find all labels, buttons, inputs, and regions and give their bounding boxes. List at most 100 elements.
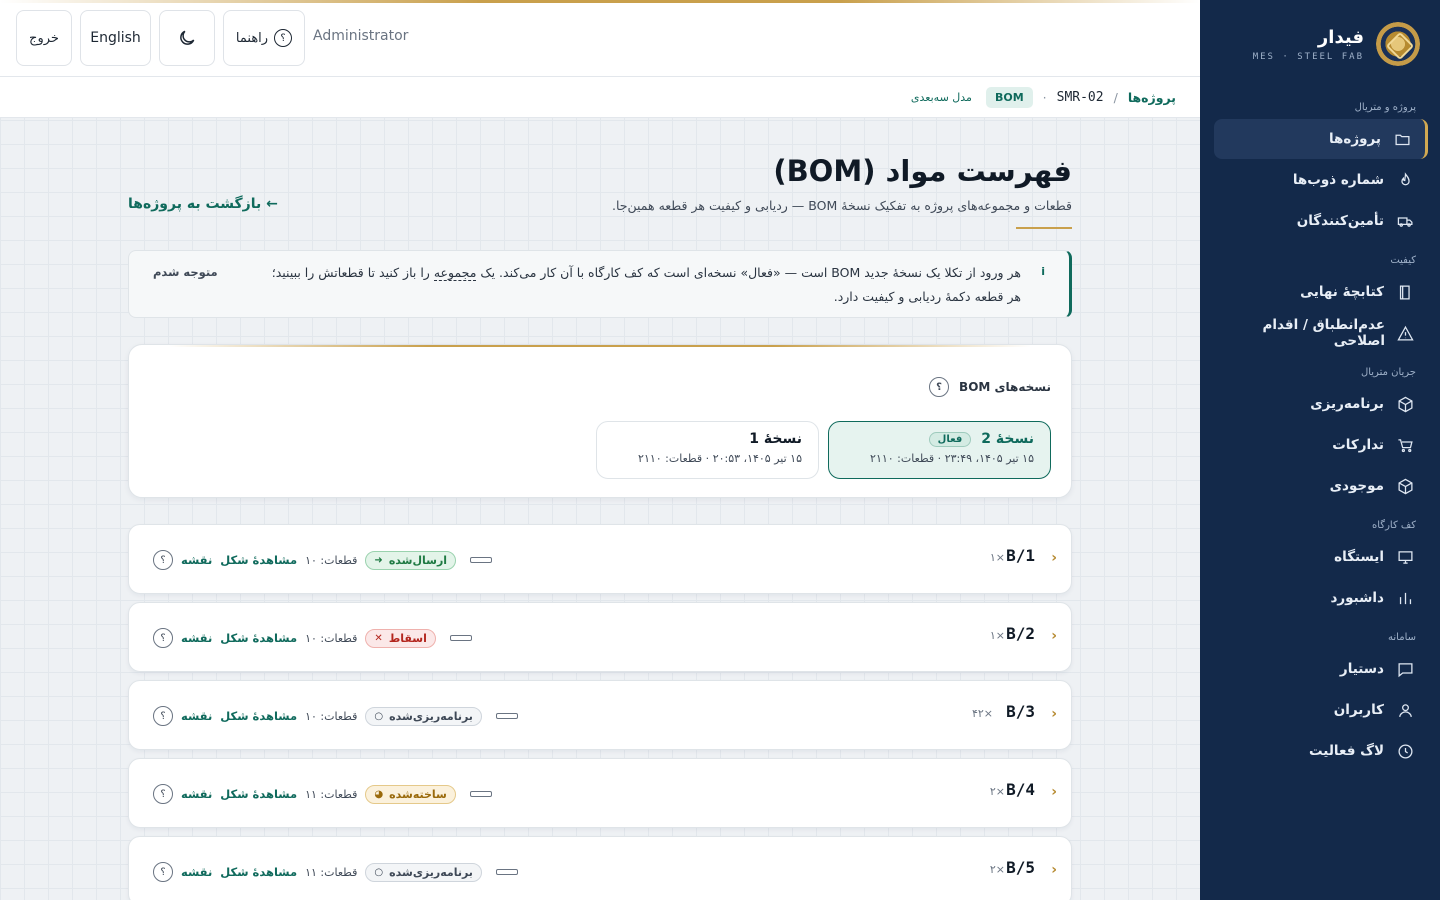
progress-bar [469, 791, 492, 797]
theme-toggle-button[interactable] [159, 10, 215, 66]
version-name: نسخهٔ 1 [749, 431, 802, 447]
view-shape-link[interactable]: مشاهدهٔ شکل [220, 865, 297, 879]
view-shape-link[interactable]: مشاهدهٔ شکل [220, 709, 297, 723]
nav-section-quality: کیفیت [1390, 255, 1416, 266]
assembly-row[interactable]: ‹ B/3 ×۴۲ برنامه‌ریزی‌شده ○ قطعات: ۱۰ مشا… [128, 680, 1072, 750]
chevron-expand-icon[interactable]: ‹ [1051, 862, 1057, 878]
current-user: Administrator [313, 28, 409, 44]
user-icon [1396, 701, 1414, 719]
circle-icon: ○ [374, 866, 384, 878]
assembly-qty: ×۲ [989, 785, 1005, 798]
help-icon[interactable]: ؟ [153, 628, 173, 648]
page-title: فهرست مواد (BOM) [773, 154, 1072, 188]
assembly-name: B/3 [1006, 702, 1035, 721]
brand-name: فیدار [1317, 26, 1364, 48]
cube-icon [1396, 395, 1414, 413]
parts-count: قطعات: ۱۰ [305, 631, 358, 645]
parts-count: قطعات: ۱۰ [305, 709, 358, 723]
view-shape-link[interactable]: مشاهدهٔ شکل [220, 787, 297, 801]
breadcrumb-bom-tab[interactable]: BOM [985, 86, 1033, 108]
view-shape-link[interactable]: مشاهدهٔ شکل [220, 553, 297, 567]
warning-icon [1397, 324, 1414, 342]
chevron-expand-icon[interactable]: ‹ [1051, 628, 1057, 644]
sidebar-item-label: شماره ذوب‌ها [1292, 172, 1384, 188]
sidebar-item-label: کتابچهٔ نهایی [1300, 284, 1384, 300]
assembly-qty: ×۲ [989, 863, 1005, 876]
info-icon: i [1041, 265, 1045, 278]
drawing-link[interactable]: نقشه [181, 709, 212, 723]
assembly-name: B/2 [1006, 624, 1035, 643]
sidebar-item-suppliers[interactable]: تأمین‌کنندگان [1214, 201, 1428, 241]
drawing-link[interactable]: نقشه [181, 553, 212, 567]
page-subtitle: قطعات و مجموعه‌های پروژه به تفکیک نسخهٔ … [611, 198, 1072, 213]
parts-count: قطعات: ۱۱ [305, 787, 358, 801]
breadcrumb-projects-link[interactable]: پروژه‌ها [1128, 90, 1176, 105]
back-to-projects-link[interactable]: ← بازگشت به پروژه‌ها [128, 196, 278, 212]
assembly-row[interactable]: ‹ B/4 ×۲ ساخته‌شده ◕ قطعات: ۱۱ مشاهدهٔ شک… [128, 758, 1072, 828]
sidebar-item-label: دستیار [1339, 661, 1384, 677]
drawing-link[interactable]: نقشه [181, 631, 212, 645]
bom-versions-heading: نسخه‌های BOM ؟ [929, 377, 1051, 397]
bom-version-tile-1[interactable]: نسخهٔ 1 ۱۵ تیر ۱۴۰۵، ۲۰:۵۳ · قطعات: ۲۱۱۰ [596, 421, 819, 479]
help-icon[interactable]: ؟ [153, 550, 173, 570]
circle-icon: ○ [374, 710, 384, 722]
cart-icon [1396, 436, 1414, 454]
assembly-row[interactable]: ‹ B/2 ×۱ اسقاط ✕ قطعات: ۱۰ مشاهدهٔ شکل نق… [128, 602, 1072, 672]
chevron-expand-icon[interactable]: ‹ [1051, 784, 1057, 800]
help-icon[interactable]: ؟ [153, 862, 173, 882]
sidebar-item-assistant[interactable]: دستیار [1214, 649, 1428, 689]
breadcrumb-project-code: SMR-02 [1056, 89, 1104, 105]
view-shape-link[interactable]: مشاهدهٔ شکل [220, 631, 297, 645]
drawing-link[interactable]: نقشه [181, 865, 212, 879]
progress-pie-icon: ◕ [374, 788, 384, 800]
page-content: فهرست مواد (BOM) قطعات و مجموعه‌های پروژ… [128, 118, 1072, 900]
logout-button[interactable]: خروج [16, 10, 72, 66]
assembly-qty: ×۱ [989, 629, 1005, 642]
nav-section-system: سامانه [1388, 632, 1416, 643]
sidebar-item-users[interactable]: کاربران [1214, 690, 1428, 730]
help-icon[interactable]: ؟ [929, 377, 950, 397]
status-badge: ساخته‌شده ◕ [365, 784, 456, 804]
sidebar-item-label: موجودی [1329, 478, 1384, 494]
truck-icon [1396, 212, 1414, 230]
monitor-icon [1396, 548, 1414, 566]
sidebar-item-final-dossier[interactable]: کتابچهٔ نهایی [1214, 272, 1428, 312]
folder-icon [1393, 130, 1411, 148]
bom-version-tile-2[interactable]: نسخهٔ 2 فعال ۱۵ تیر ۱۴۰۵، ۲۳:۴۹ · قطعات:… [828, 421, 1051, 479]
assembly-row[interactable]: ‹ B/1 ×۱ ارسال‌شده ➜ قطعات: ۱۰ مشاهدهٔ شک… [128, 524, 1072, 594]
brand[interactable]: فیدار MES · STEEL FAB [1200, 0, 1440, 74]
assembly-row[interactable]: ‹ B/5 ×۲ برنامه‌ریزی‌شده ○ قطعات: ۱۱ مشاه… [128, 836, 1072, 900]
help-icon[interactable]: ؟ [153, 784, 173, 804]
breadcrumb-dot: · [1042, 89, 1047, 105]
sidebar-item-ncr[interactable]: عدم‌انطباق / اقدام اصلاحی [1214, 313, 1428, 353]
sidebar-item-planning[interactable]: برنامه‌ریزی [1214, 384, 1428, 424]
drawing-link[interactable]: نقشه [181, 787, 212, 801]
breadcrumb-3d-model-link[interactable]: مدل سه‌بعدی [911, 91, 972, 104]
moon-icon [180, 30, 195, 45]
chevron-expand-icon[interactable]: ‹ [1051, 550, 1057, 566]
active-badge: فعال [928, 431, 972, 447]
chevron-expand-icon[interactable]: ‹ [1051, 706, 1057, 722]
sidebar-item-station[interactable]: ایستگاه [1214, 537, 1428, 577]
version-meta: ۱۵ تیر ۱۴۰۵، ۲۰:۵۳ · قطعات: ۲۱۱۰ [638, 452, 802, 465]
dismiss-info-button[interactable]: متوجه شدم [153, 265, 218, 279]
sidebar-item-heat-numbers[interactable]: شماره ذوب‌ها [1214, 160, 1428, 200]
book-icon [1396, 283, 1414, 301]
sidebar-item-dashboard[interactable]: داشبورد [1214, 578, 1428, 618]
info-line1-b: را باز کنید تا قطعاتش را ببینید؛ [271, 265, 434, 280]
sidebar-item-projects[interactable]: پروژه‌ها [1214, 119, 1428, 159]
progress-bar [470, 557, 493, 563]
assembly-qty: ×۴۲ [971, 707, 993, 720]
sidebar-item-inventory[interactable]: موجودی [1214, 466, 1428, 506]
title-underline [1016, 227, 1072, 229]
box-icon [1396, 477, 1414, 495]
help-button[interactable]: ؟ راهنما [223, 10, 305, 66]
help-icon[interactable]: ؟ [153, 706, 173, 726]
language-toggle-button[interactable]: English [80, 10, 151, 66]
chat-icon [1396, 660, 1414, 678]
sidebar-item-label: برنامه‌ریزی [1310, 396, 1384, 412]
sidebar-item-procurement[interactable]: تدارکات [1214, 425, 1428, 465]
sidebar-item-label: ایستگاه [1334, 549, 1384, 565]
sidebar-item-activity-log[interactable]: لاگ فعالیت [1214, 731, 1428, 771]
info-assembly-term[interactable]: مجموعه [433, 265, 477, 281]
